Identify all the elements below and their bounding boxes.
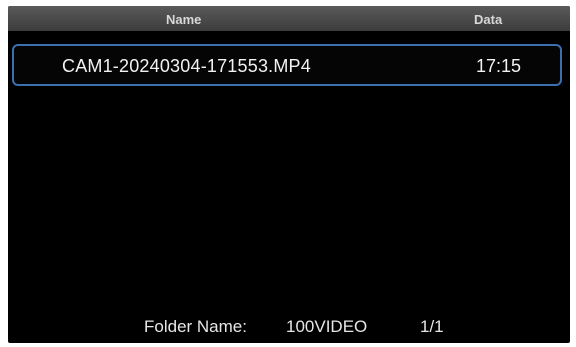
file-name: CAM1-20240304-171553.MP4: [62, 56, 311, 76]
folder-name-label: Folder Name:: [144, 317, 247, 336]
file-browser-screen: Name Data CAM1-20240304-171553.MP4 17:15…: [8, 6, 570, 343]
column-header-name[interactable]: Name: [166, 12, 201, 27]
column-header: Name Data: [8, 6, 570, 31]
file-time: 17:15: [476, 56, 522, 76]
column-header-date[interactable]: Data: [474, 12, 502, 27]
folder-name-value: 100VIDEO: [286, 317, 368, 336]
page-indicator: 1/1: [420, 317, 444, 336]
file-row-selected[interactable]: CAM1-20240304-171553.MP4 17:15: [12, 44, 562, 86]
status-bar: Folder Name: 100VIDEO 1/1: [8, 312, 570, 340]
